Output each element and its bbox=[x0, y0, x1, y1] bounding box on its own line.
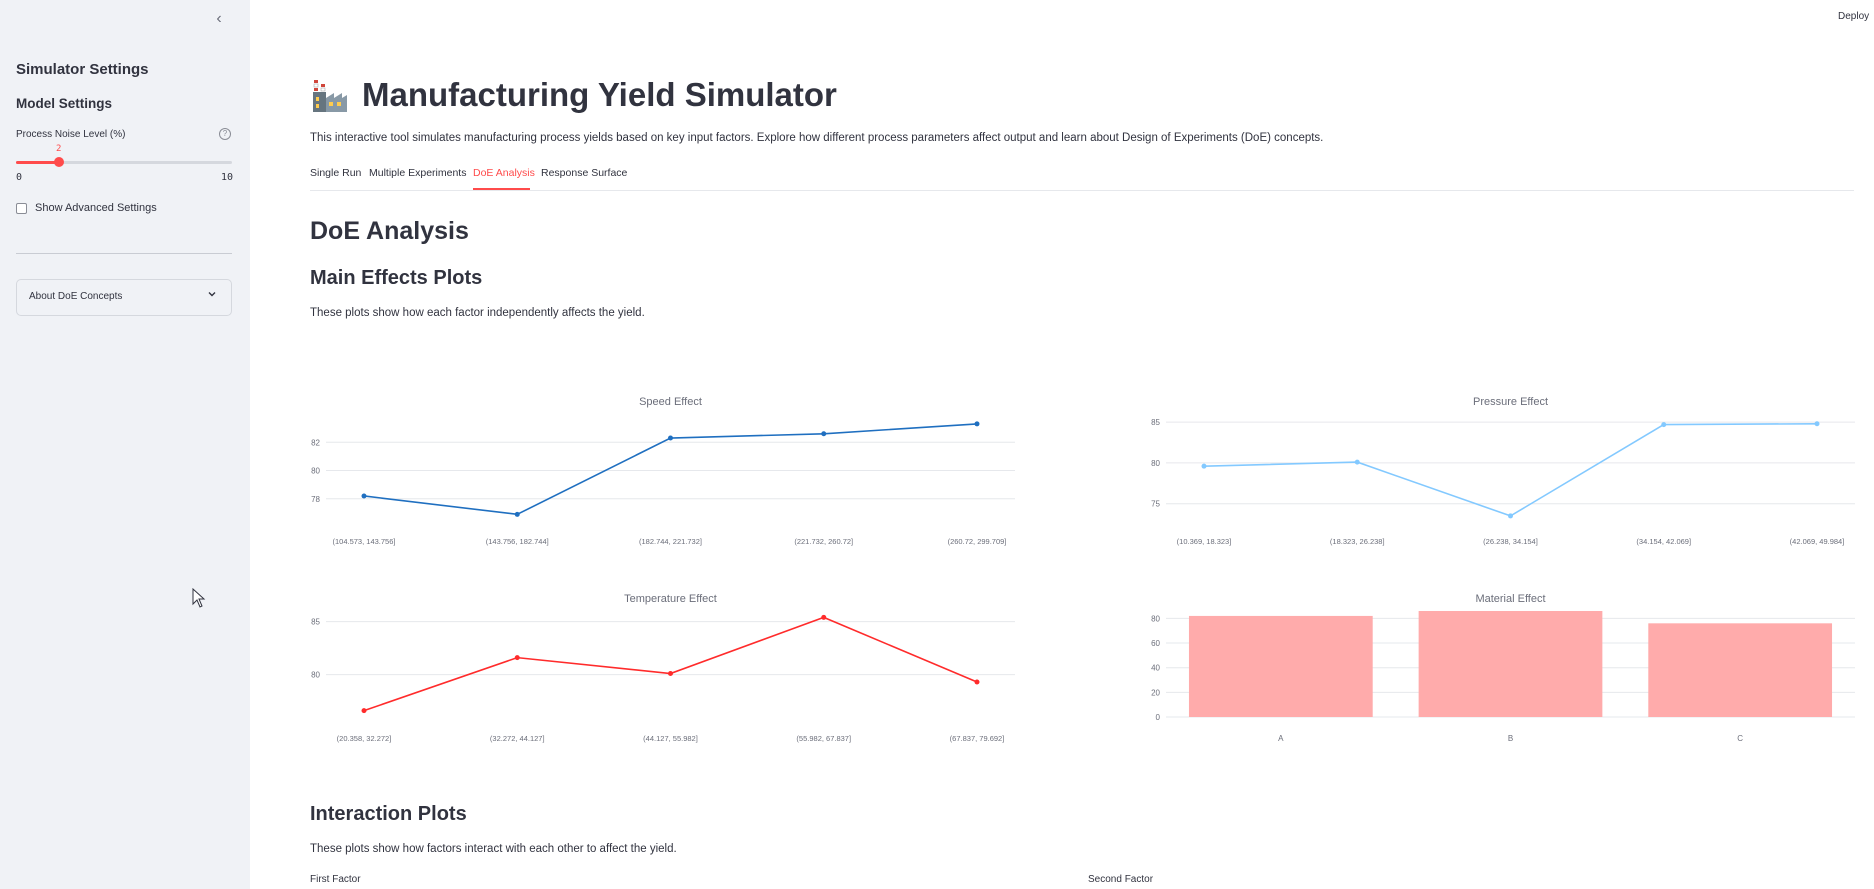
x-tick-label: (221.732, 260.72] bbox=[794, 537, 853, 546]
noise-slider-max: 10 bbox=[221, 172, 234, 183]
advanced-settings-label[interactable]: Show Advanced Settings bbox=[35, 202, 157, 214]
noise-slider-min: 0 bbox=[16, 172, 23, 183]
x-tick-label: (182.744, 221.732] bbox=[639, 537, 702, 546]
x-tick-label: (143.756, 182.744] bbox=[486, 537, 549, 546]
first-factor-label: First Factor bbox=[310, 874, 361, 885]
y-tick-label: 80 bbox=[311, 671, 320, 680]
x-tick-label: B bbox=[1508, 734, 1513, 743]
x-tick-label: (42.069, 49.984] bbox=[1790, 537, 1845, 546]
x-tick-label: (55.982, 67.837] bbox=[796, 734, 851, 743]
sidebar-divider bbox=[16, 253, 232, 254]
factory-icon bbox=[313, 80, 347, 112]
data-point[interactable] bbox=[821, 431, 827, 437]
deploy-button[interactable]: Deploy bbox=[1838, 11, 1869, 22]
y-tick-label: 78 bbox=[311, 495, 320, 504]
tab-multiple-experiments[interactable]: Multiple Experiments bbox=[369, 167, 466, 179]
y-tick-label: 82 bbox=[311, 438, 320, 447]
x-tick-label: (260.72, 299.709] bbox=[948, 537, 1007, 546]
noise-slider-label: Process Noise Level (%) bbox=[16, 129, 126, 140]
tab-doe-analysis[interactable]: DoE Analysis bbox=[473, 167, 535, 179]
bar[interactable] bbox=[1648, 623, 1833, 717]
y-tick-label: 60 bbox=[1151, 639, 1160, 648]
material-effect-chart: Material Effect 0 20 40 60 80 A B C bbox=[1151, 593, 1855, 743]
y-tick-label: 80 bbox=[311, 467, 320, 476]
temperature-effect-title: Temperature Effect bbox=[624, 593, 717, 605]
data-point[interactable] bbox=[514, 511, 520, 517]
data-point[interactable] bbox=[1661, 422, 1667, 428]
tab-response-surface[interactable]: Response Surface bbox=[541, 167, 627, 179]
main-effects-title: Main Effects Plots bbox=[310, 267, 483, 289]
help-icon[interactable]: ? bbox=[219, 128, 231, 140]
temperature-effect-line bbox=[363, 616, 978, 712]
noise-slider-fill bbox=[16, 161, 60, 164]
y-tick-label: 40 bbox=[1151, 664, 1160, 673]
noise-slider-thumb[interactable] bbox=[54, 157, 65, 167]
data-point[interactable] bbox=[668, 671, 673, 677]
x-tick-label: (26.238, 34.154] bbox=[1483, 537, 1538, 546]
section-title: DoE Analysis bbox=[310, 217, 469, 245]
chevron-down-icon bbox=[207, 289, 217, 302]
data-point[interactable] bbox=[514, 655, 520, 661]
interaction-plots-description: These plots show how factors interact wi… bbox=[310, 843, 677, 855]
bar[interactable] bbox=[1188, 615, 1373, 717]
about-doe-label: About DoE Concepts bbox=[29, 291, 123, 302]
x-tick-label: C bbox=[1737, 734, 1743, 743]
tab-divider bbox=[310, 190, 1854, 191]
data-point[interactable] bbox=[361, 708, 367, 714]
x-tick-label: (34.154, 42.069] bbox=[1636, 537, 1691, 546]
mouse-cursor-icon bbox=[192, 588, 206, 608]
data-point[interactable] bbox=[668, 435, 673, 441]
collapse-sidebar-icon[interactable]: ‹ bbox=[210, 10, 228, 28]
x-tick-label: (10.369, 18.323] bbox=[1177, 537, 1232, 546]
pressure-effect-line bbox=[1203, 422, 1818, 517]
y-tick-label: 20 bbox=[1151, 688, 1160, 697]
data-point[interactable] bbox=[1814, 421, 1820, 427]
data-point[interactable] bbox=[1508, 513, 1513, 519]
x-tick-label: A bbox=[1278, 734, 1284, 743]
interaction-plots-title: Interaction Plots bbox=[310, 803, 467, 825]
x-tick-label: (18.323, 26.238] bbox=[1330, 537, 1385, 546]
about-doe-expander[interactable]: About DoE Concepts bbox=[16, 279, 232, 316]
data-point[interactable] bbox=[1354, 459, 1360, 465]
data-point[interactable] bbox=[821, 614, 827, 620]
tab-single-run[interactable]: Single Run bbox=[310, 167, 361, 179]
x-tick-label: (104.573, 143.756] bbox=[333, 537, 396, 546]
speed-effect-chart: Speed Effect 78 80 82 (104.573, 143.756] (143… bbox=[311, 396, 1015, 546]
model-settings-heading: Model Settings bbox=[16, 96, 113, 111]
second-factor-label: Second Factor bbox=[1088, 874, 1154, 885]
main-effects-description: These plots show how each factor indepen… bbox=[310, 307, 645, 319]
y-tick-label: 85 bbox=[1151, 418, 1160, 427]
data-point[interactable] bbox=[1201, 463, 1207, 469]
data-point[interactable] bbox=[974, 421, 980, 427]
intro-text: This interactive tool simulates manufact… bbox=[310, 132, 1324, 144]
data-point[interactable] bbox=[974, 679, 980, 685]
material-effect-title: Material Effect bbox=[1475, 593, 1545, 605]
sidebar-title: Simulator Settings bbox=[16, 61, 149, 78]
sidebar: ‹ Simulator Settings Model Settings Proc… bbox=[0, 0, 250, 889]
x-tick-label: (32.272, 44.127] bbox=[490, 734, 545, 743]
pressure-effect-title: Pressure Effect bbox=[1473, 396, 1548, 408]
y-tick-label: 0 bbox=[1156, 713, 1161, 722]
advanced-settings-checkbox[interactable] bbox=[16, 203, 27, 214]
x-tick-label: (67.837, 79.692] bbox=[950, 734, 1005, 743]
noise-slider-value: 2 bbox=[56, 144, 62, 154]
y-tick-label: 80 bbox=[1151, 614, 1160, 623]
temperature-effect-chart: Temperature Effect 80 85 (20.358, 32.272] (3… bbox=[311, 593, 1015, 743]
pressure-effect-chart: Pressure Effect 75 80 85 (10.369, 18.323] (18… bbox=[1151, 396, 1855, 546]
x-tick-label: (20.358, 32.272] bbox=[337, 734, 392, 743]
y-tick-label: 85 bbox=[311, 618, 320, 627]
data-point[interactable] bbox=[361, 493, 367, 499]
bar[interactable] bbox=[1418, 611, 1603, 717]
page-title: Manufacturing Yield Simulator bbox=[362, 76, 837, 113]
x-tick-label: (44.127, 55.982] bbox=[643, 734, 698, 743]
y-tick-label: 80 bbox=[1151, 459, 1160, 468]
y-tick-label: 75 bbox=[1151, 500, 1160, 509]
speed-effect-title: Speed Effect bbox=[639, 396, 702, 408]
